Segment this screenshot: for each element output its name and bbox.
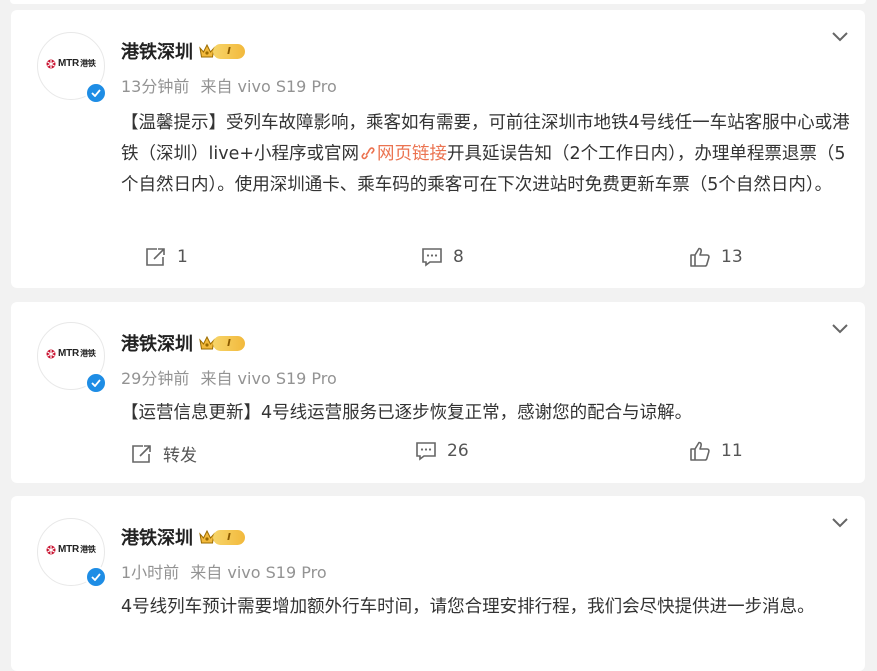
link-icon bbox=[361, 147, 375, 160]
post-time[interactable]: 1小时前 bbox=[121, 563, 179, 582]
like-button[interactable]: 13 bbox=[689, 247, 743, 267]
member-badge[interactable]: I bbox=[199, 335, 245, 351]
mtr-logo-icon bbox=[46, 349, 56, 358]
member-badge[interactable]: I bbox=[199, 529, 245, 545]
chevron-down-icon[interactable] bbox=[831, 322, 849, 334]
comment-button[interactable]: 26 bbox=[415, 441, 469, 461]
post-meta: 1小时前 来自 vivo S19 Pro bbox=[121, 559, 327, 583]
mtr-logo-icon bbox=[46, 545, 56, 554]
post-actions: 1 8 13 bbox=[11, 247, 865, 277]
comment-icon bbox=[416, 442, 436, 461]
repost-button[interactable]: 1 bbox=[145, 247, 188, 267]
author-name[interactable]: 港铁深圳 I bbox=[121, 38, 245, 64]
repost-button[interactable]: 转发 bbox=[131, 441, 197, 466]
verified-icon bbox=[85, 372, 107, 394]
mtr-logo-icon bbox=[46, 59, 56, 68]
post-text: 【运营信息更新】4号线运营服务已逐步恢复正常，感谢您的配合与谅解。 bbox=[121, 403, 693, 423]
chevron-down-icon[interactable] bbox=[831, 30, 849, 42]
thumbs-up-icon bbox=[690, 441, 710, 461]
post-time[interactable]: 29分钟前 bbox=[121, 369, 189, 388]
chevron-down-icon[interactable] bbox=[831, 516, 849, 528]
previous-card-edge bbox=[10, 0, 866, 4]
web-link[interactable]: 网页链接 bbox=[359, 144, 447, 164]
post-time[interactable]: 13分钟前 bbox=[121, 77, 189, 96]
weibo-post-card: MTR 港铁 港铁深圳 I 13分钟前 来自 vivo S19 Pro 【温馨提示… bbox=[11, 10, 865, 288]
mtr-logo: MTR 港铁 bbox=[46, 58, 96, 69]
post-source: 来自 vivo S19 Pro bbox=[200, 369, 337, 388]
weibo-post-card: MTR 港铁 港铁深圳 I 29分钟前 来自 vivo S19 Pro 【运营信息… bbox=[11, 302, 865, 483]
share-icon bbox=[146, 248, 165, 266]
mtr-logo: MTR 港铁 bbox=[46, 348, 96, 359]
post-meta: 29分钟前 来自 vivo S19 Pro bbox=[121, 365, 337, 389]
author-name[interactable]: 港铁深圳 I bbox=[121, 524, 245, 550]
member-badge[interactable]: I bbox=[199, 43, 245, 59]
share-icon bbox=[132, 444, 151, 463]
post-text: 【温馨提示】受列车故障影响，乘客如有需要，可前往深圳市地铁4号线任一车站客服中心… bbox=[121, 113, 850, 195]
post-source: 来自 vivo S19 Pro bbox=[190, 563, 327, 582]
post-text: 4号线列车预计需要增加额外行车时间，请您合理安排行程，我们会尽快提供进一步消息。 bbox=[121, 597, 815, 617]
mtr-logo: MTR 港铁 bbox=[46, 544, 96, 555]
verified-icon bbox=[85, 82, 107, 104]
post-meta: 13分钟前 来自 vivo S19 Pro bbox=[121, 73, 337, 97]
verified-icon bbox=[85, 566, 107, 588]
weibo-post-card: MTR 港铁 港铁深圳 I 1小时前 来自 vivo S19 Pro 4号线列车预… bbox=[11, 496, 865, 671]
comment-button[interactable]: 8 bbox=[421, 247, 464, 267]
thumbs-up-icon bbox=[690, 247, 710, 267]
post-actions: 转发 26 11 bbox=[11, 441, 865, 471]
comment-icon bbox=[422, 248, 442, 267]
post-source: 来自 vivo S19 Pro bbox=[200, 77, 337, 96]
author-name[interactable]: 港铁深圳 I bbox=[121, 330, 245, 356]
like-button[interactable]: 11 bbox=[689, 441, 743, 461]
